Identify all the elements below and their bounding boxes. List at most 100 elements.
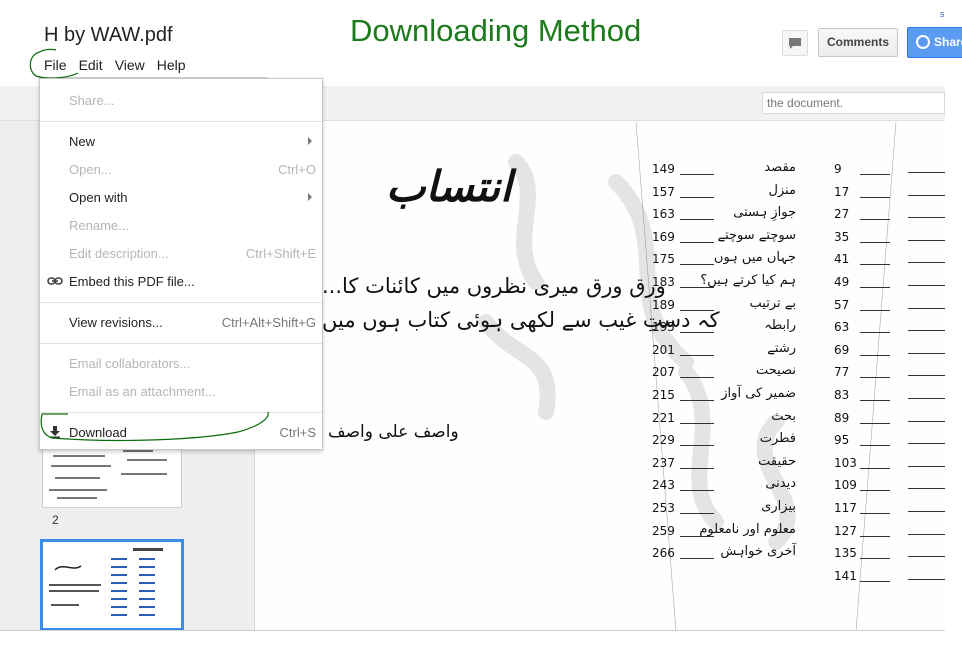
toc-left-number: 103	[834, 455, 857, 470]
toc-left-number: 117	[834, 501, 857, 515]
menu-item-shortcut: Ctrl+Alt+Shift+G	[221, 315, 316, 330]
toc-left-number: 127	[834, 523, 857, 538]
share-label: Share	[934, 35, 962, 49]
menu-item-shortcut: Ctrl+O	[278, 162, 316, 177]
menu-item-new[interactable]: New	[40, 128, 322, 154]
menu-item-open: Open... Ctrl+O	[40, 156, 322, 182]
toc-leader-line	[860, 400, 890, 401]
menu-item-label: Email as an attachment...	[69, 384, 216, 399]
submenu-arrow-icon	[308, 137, 312, 145]
menu-item-label: Share...	[69, 93, 115, 108]
document-viewer[interactable]: انتساب ورق ورق میری نظروں میں کائنات کا.…	[256, 122, 945, 631]
chat-icon[interactable]	[782, 30, 808, 56]
toc-title: سوچتے سوچتے	[717, 227, 796, 243]
toc-left-number: 69	[834, 342, 850, 357]
toc-title: بحث	[771, 408, 796, 424]
toc-leader-line	[908, 330, 945, 332]
toc-title: بے ترتیب	[749, 295, 796, 311]
page-heading: انتساب	[386, 162, 512, 211]
menu-item-label: Open...	[69, 162, 112, 177]
top-right-link[interactable]: s	[940, 9, 945, 19]
toc-page-number: 253	[652, 501, 675, 515]
toc-leader-line	[908, 239, 945, 241]
toc-leader-line	[860, 535, 890, 537]
toc-title: دیدنی	[765, 476, 796, 492]
toc-title: منزل	[768, 182, 796, 198]
toc-leader-line	[860, 377, 890, 379]
menu-item-embed-this-pdf-file[interactable]: Embed this PDF file...	[40, 268, 322, 294]
toc-leader-line	[680, 309, 714, 311]
menu-item-view-revisions[interactable]: View revisions... Ctrl+Alt+Shift+G	[40, 309, 322, 335]
toc-left-number: 49	[834, 275, 850, 289]
verse-line-1: ورق ورق میری نظروں میں کائنات کا...	[322, 274, 666, 298]
toc-title: فطرت	[759, 431, 796, 447]
toc-leader-line	[860, 241, 890, 243]
pdf-page: انتساب ورق ورق میری نظروں میں کائنات کا.…	[256, 122, 945, 631]
toc-page-number: 259	[652, 523, 675, 538]
toc-title: بیزاری	[761, 499, 796, 514]
toc-leader-line	[680, 445, 714, 447]
toc-leader-line	[908, 307, 945, 309]
toc-page-number: 195	[652, 320, 675, 335]
menu-item-shortcut: Ctrl+S	[279, 425, 316, 440]
toc-leader-line	[860, 580, 890, 582]
file-menu-dropdown: Share... New Open... Ctrl+O Open with Rename.…	[39, 78, 323, 450]
menu-item-label: Embed this PDF file...	[69, 274, 195, 289]
toc-left-number: 95	[834, 433, 850, 448]
toc-leader-line	[860, 264, 890, 266]
share-button[interactable]: Share	[907, 27, 962, 58]
toc-title: ضمیر کی آواز	[721, 386, 796, 401]
search-input[interactable]: the document.	[762, 92, 945, 114]
download-annotation-circle	[40, 411, 269, 442]
toc-page-number: 221	[652, 410, 675, 425]
toc-title: مقصد	[764, 160, 796, 175]
toc-leader-line	[908, 217, 945, 219]
toc-leader-line	[908, 578, 945, 580]
toc-leader-line	[860, 354, 890, 356]
menu-item-open-with[interactable]: Open with	[40, 184, 322, 210]
toc-leader-line	[908, 556, 945, 558]
toc-leader-line	[680, 377, 714, 379]
toc-title: حقیقت	[758, 453, 796, 469]
toc-title: جہاں میں ہوں	[713, 250, 796, 266]
toc-leader-line	[860, 309, 890, 311]
menu-item-rename: Rename...	[40, 212, 322, 238]
menu-view[interactable]: View	[109, 54, 151, 76]
toc-page-number: 201	[652, 342, 675, 357]
toc-leader-line	[860, 332, 890, 334]
menu-separator	[40, 343, 322, 344]
toc-left-number: 77	[834, 365, 850, 380]
menu-item-label: Edit description...	[69, 246, 169, 261]
toc-left-number: 57	[834, 297, 850, 312]
menu-item-label: Email collaborators...	[69, 356, 191, 371]
toc-leader-line	[908, 443, 945, 445]
menu-item-share: Share...	[40, 87, 322, 113]
toc-leader-line	[908, 465, 945, 467]
annotation-headline: Downloading Method	[350, 13, 642, 48]
menu-help[interactable]: Help	[151, 54, 192, 76]
toc-page-number: 229	[652, 433, 675, 448]
toc-left-number: 83	[834, 388, 850, 402]
document-title: H by WAW.pdf	[44, 24, 173, 46]
toc-left-number: 89	[834, 410, 850, 425]
toc-leader-line	[680, 354, 714, 356]
toc-leader-line	[680, 241, 714, 243]
toc-leader-line	[860, 490, 890, 492]
page-thumbnail-3[interactable]	[40, 539, 184, 631]
toc-left-number: 41	[834, 252, 850, 267]
toc-page-number: 149	[652, 162, 675, 176]
comments-button[interactable]: Comments	[818, 28, 898, 57]
toc-leader-line	[680, 264, 714, 266]
toc-leader-line	[908, 398, 945, 399]
toc-leader-line	[680, 513, 714, 514]
toc-leader-line	[680, 467, 714, 469]
toc-page-number: 189	[652, 297, 675, 312]
toc-page-number: 157	[652, 184, 675, 199]
toc-leader-line	[908, 285, 945, 286]
link-icon	[47, 275, 63, 287]
toc-left-number: 109	[834, 478, 857, 493]
thumbnail-page-number: 2	[52, 513, 59, 527]
toc-page-number: 175	[652, 252, 675, 267]
menu-item-label: New	[69, 134, 96, 149]
menu-separator	[40, 302, 322, 303]
